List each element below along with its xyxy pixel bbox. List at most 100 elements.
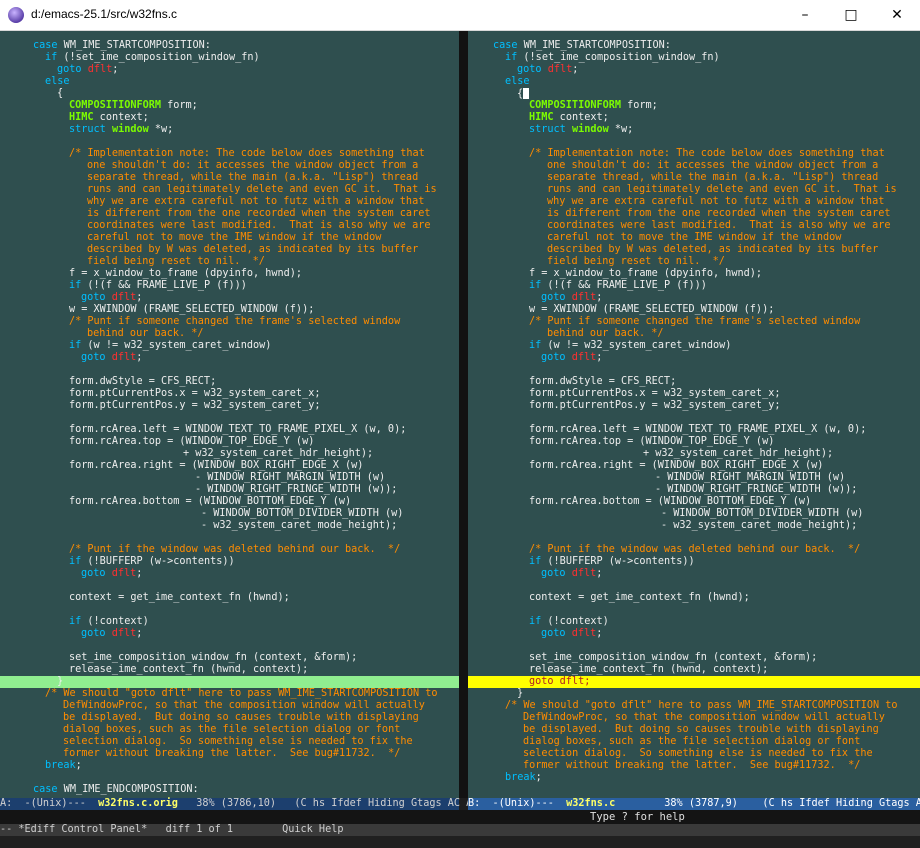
code-line[interactable]: /* Implementation note: The code below d… [0, 148, 459, 160]
code-line[interactable]: w = XWINDOW (FRAME_SELECTED_WINDOW (f)); [468, 304, 920, 316]
code-line[interactable]: case WM_IME_STARTCOMPOSITION: [0, 40, 459, 52]
code-line[interactable] [0, 136, 459, 148]
code-line[interactable]: is different from the one recorded when … [468, 208, 920, 220]
code-line[interactable]: dialog boxes, such as the file selection… [0, 724, 459, 736]
code-line[interactable]: why we are extra careful not to futz wit… [0, 196, 459, 208]
code-line[interactable]: form.rcArea.right = (WINDOW_BOX_RIGHT_ED… [0, 460, 459, 472]
code-line[interactable]: { [468, 88, 920, 100]
code-line[interactable] [0, 412, 459, 424]
code-line[interactable]: goto dflt; [468, 352, 920, 364]
code-line[interactable]: goto dflt; [0, 352, 459, 364]
code-line[interactable]: is different from the one recorded when … [0, 208, 459, 220]
code-line[interactable]: - WINDOW_RIGHT_MARGIN_WIDTH (w) [468, 472, 920, 484]
code-line[interactable]: if (!(f && FRAME_LIVE_P (f))) [0, 280, 459, 292]
code-line[interactable]: separate thread, while the main (a.k.a. … [0, 172, 459, 184]
code-line[interactable]: selection dialog. So something else is n… [468, 748, 920, 760]
code-line[interactable]: goto dflt; [468, 292, 920, 304]
code-line[interactable]: if (w != w32_system_caret_window) [468, 340, 920, 352]
code-line[interactable]: context = get_ime_context_fn (hwnd); [468, 592, 920, 604]
code-line[interactable]: separate thread, while the main (a.k.a. … [468, 172, 920, 184]
code-line[interactable]: why we are extra careful not to futz wit… [468, 196, 920, 208]
code-line[interactable]: be displayed. But doing so causes troubl… [468, 724, 920, 736]
code-line[interactable]: runs and can legitimately delete and eve… [468, 184, 920, 196]
window-divider[interactable] [459, 31, 468, 798]
code-line[interactable]: + w32_system_caret_hdr_height); [0, 448, 459, 460]
code-line[interactable]: w = XWINDOW (FRAME_SELECTED_WINDOW (f)); [0, 304, 459, 316]
code-line[interactable]: runs and can legitimately delete and eve… [0, 184, 459, 196]
code-line[interactable]: form.rcArea.top = (WINDOW_TOP_EDGE_Y (w) [468, 436, 920, 448]
code-line[interactable]: goto dflt; [468, 64, 920, 76]
code-line[interactable]: set_ime_composition_window_fn (context, … [468, 652, 920, 664]
code-line[interactable] [0, 772, 459, 784]
code-line[interactable]: form.rcArea.bottom = (WINDOW_BOTTOM_EDGE… [468, 496, 920, 508]
code-line[interactable]: /* Punt if someone changed the frame's s… [468, 316, 920, 328]
code-line[interactable]: break; [468, 772, 920, 784]
code-line[interactable]: coordinates were last modified. That is … [0, 220, 459, 232]
code-line[interactable] [468, 580, 920, 592]
buffer-b-pane[interactable]: case WM_IME_STARTCOMPOSITION: if (!set_im… [468, 31, 920, 798]
code-line[interactable]: goto dflt; [0, 568, 459, 580]
code-line[interactable]: form.dwStyle = CFS_RECT; [468, 376, 920, 388]
code-line[interactable]: former without breaking the latter. See … [468, 760, 920, 772]
code-line[interactable]: set_ime_composition_window_fn (context, … [0, 652, 459, 664]
code-line[interactable]: coordinates were last modified. That is … [468, 220, 920, 232]
code-line[interactable]: field being reset to nil. */ [468, 256, 920, 268]
code-line[interactable]: } [468, 688, 920, 700]
code-line[interactable] [0, 580, 459, 592]
code-line[interactable]: - WINDOW_BOTTOM_DIVIDER_WIDTH (w) [0, 508, 459, 520]
code-line[interactable]: - w32_system_caret_mode_height); [468, 520, 920, 532]
code-line[interactable]: form.rcArea.top = (WINDOW_TOP_EDGE_Y (w) [0, 436, 459, 448]
code-line[interactable]: f = x_window_to_frame (dpyinfo, hwnd); [468, 268, 920, 280]
code-line[interactable]: described by W was deleted, as indicated… [0, 244, 459, 256]
code-line[interactable]: release_ime_context_fn (hwnd, context); [0, 664, 459, 676]
code-line[interactable]: release_ime_context_fn (hwnd, context); [468, 664, 920, 676]
code-line[interactable] [0, 532, 459, 544]
code-line[interactable]: HIMC context; [0, 112, 459, 124]
code-line[interactable] [0, 364, 459, 376]
code-line[interactable]: if (!context) [0, 616, 459, 628]
code-line[interactable] [468, 532, 920, 544]
code-line[interactable]: else [0, 76, 459, 88]
code-line[interactable]: /* Punt if someone changed the frame's s… [0, 316, 459, 328]
code-line[interactable]: if (!BUFFERP (w->contents)) [468, 556, 920, 568]
code-line[interactable]: behind our back. */ [0, 328, 459, 340]
code-line[interactable]: case WM_IME_ENDCOMPOSITION: [0, 784, 459, 796]
buffer-b-text[interactable]: case WM_IME_STARTCOMPOSITION: if (!set_im… [468, 40, 920, 784]
code-line[interactable]: /* We should "goto dflt" here to pass WM… [468, 700, 920, 712]
code-line[interactable]: form.ptCurrentPos.x = w32_system_caret_x… [0, 388, 459, 400]
code-line[interactable]: struct window *w; [0, 124, 459, 136]
code-line[interactable]: be displayed. But doing so causes troubl… [0, 712, 459, 724]
code-line[interactable]: - WINDOW_RIGHT_FRINGE_WIDTH (w)); [0, 484, 459, 496]
code-line[interactable]: COMPOSITIONFORM form; [468, 100, 920, 112]
code-line[interactable]: if (!(f && FRAME_LIVE_P (f))) [468, 280, 920, 292]
code-line[interactable]: if (w != w32_system_caret_window) [0, 340, 459, 352]
minimize-button[interactable]: – [782, 0, 828, 30]
code-line[interactable]: goto dflt; [0, 64, 459, 76]
code-line[interactable]: if (!set_ime_composition_window_fn) [468, 52, 920, 64]
code-line[interactable]: if (!BUFFERP (w->contents)) [0, 556, 459, 568]
code-line[interactable]: if (!context) [468, 616, 920, 628]
code-line[interactable]: - WINDOW_RIGHT_FRINGE_WIDTH (w)); [468, 484, 920, 496]
code-line[interactable]: DefWindowProc, so that the composition w… [0, 700, 459, 712]
code-line[interactable]: - WINDOW_BOTTOM_DIVIDER_WIDTH (w) [468, 508, 920, 520]
code-line[interactable]: /* Punt if the window was deleted behind… [468, 544, 920, 556]
code-line[interactable]: dialog boxes, such as the file selection… [468, 736, 920, 748]
code-line[interactable] [468, 136, 920, 148]
code-line[interactable] [468, 364, 920, 376]
code-line[interactable]: form.dwStyle = CFS_RECT; [0, 376, 459, 388]
code-line[interactable]: form.rcArea.left = WINDOW_TEXT_TO_FRAME_… [0, 424, 459, 436]
code-line[interactable]: careful not to move the IME window if th… [468, 232, 920, 244]
code-line[interactable]: DefWindowProc, so that the composition w… [468, 712, 920, 724]
code-line[interactable]: goto dflt; [468, 568, 920, 580]
code-line[interactable]: context = get_ime_context_fn (hwnd); [0, 592, 459, 604]
code-line[interactable]: } [0, 676, 459, 688]
code-line[interactable]: selection dialog. So something else is n… [0, 736, 459, 748]
code-line[interactable]: form.ptCurrentPos.y = w32_system_caret_y… [0, 400, 459, 412]
code-line[interactable]: { [0, 88, 459, 100]
code-line[interactable]: case WM_IME_STARTCOMPOSITION: [468, 40, 920, 52]
code-line[interactable] [468, 604, 920, 616]
code-line[interactable]: goto dflt; [0, 292, 459, 304]
code-line[interactable] [468, 412, 920, 424]
code-line[interactable] [0, 640, 459, 652]
ediff-control-panel[interactable] [0, 836, 920, 848]
